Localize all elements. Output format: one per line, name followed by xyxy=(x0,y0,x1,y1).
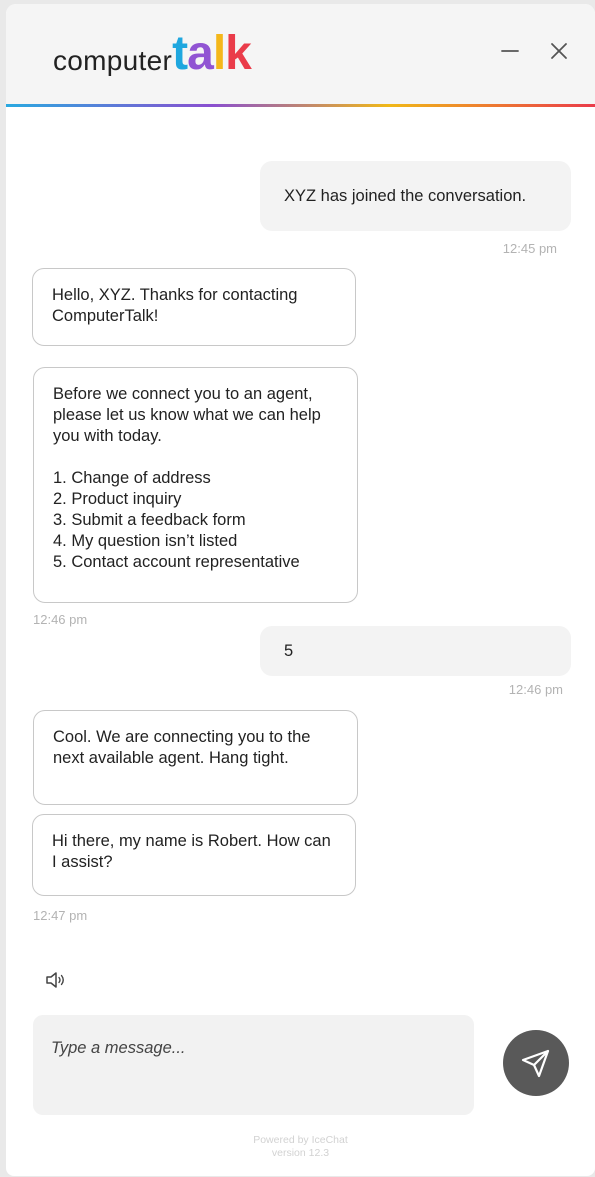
logo-letter-a: a xyxy=(187,27,214,80)
option-item: 4. My question isn’t listed xyxy=(53,532,238,550)
bot-message: Hello, XYZ. Thanks for contacting Comput… xyxy=(32,268,356,346)
chat-window: computer t a l k XYZ has joined the conv… xyxy=(6,4,595,1176)
logo-letter-l: l xyxy=(212,27,226,80)
bot-message-options: Before we connect you to an agent, pleas… xyxy=(33,367,358,603)
message-text: 5 xyxy=(284,641,294,660)
powered-by-text: Powered by IceChat xyxy=(253,1134,348,1146)
option-item: 3. Submit a feedback form xyxy=(53,511,246,529)
message-text: Hi there, my name is Robert. How can I a… xyxy=(52,832,331,871)
user-message: 5 xyxy=(260,626,571,676)
close-icon xyxy=(551,43,567,59)
option-item: 5. Contact account representative xyxy=(53,553,300,571)
powered-by-footer: Powered by IceChat version 12.3 xyxy=(6,1134,595,1160)
message-timestamp: 12:46 pm xyxy=(33,612,88,627)
logo-letter-k: k xyxy=(225,27,252,80)
message-input[interactable] xyxy=(33,1015,474,1115)
computertalk-logo: computer t a l k xyxy=(53,27,252,80)
close-button[interactable] xyxy=(544,36,574,66)
user-message: XYZ has joined the conversation. xyxy=(260,161,571,231)
message-timestamp: 12:45 pm xyxy=(502,241,557,256)
speaker-icon xyxy=(46,972,64,988)
logo-text-bold: t a l k xyxy=(172,27,252,80)
option-item: 2. Product inquiry xyxy=(53,490,182,508)
bot-message: Cool. We are connecting you to the next … xyxy=(33,710,358,805)
message-timestamp: 12:47 pm xyxy=(33,908,88,923)
bot-message: Hi there, my name is Robert. How can I a… xyxy=(32,814,356,896)
option-item: 1. Change of address xyxy=(53,469,211,487)
minimize-button[interactable] xyxy=(495,36,525,66)
logo-letter-t: t xyxy=(172,27,188,80)
chat-header: computer t a l k xyxy=(6,4,595,104)
speaker-button[interactable] xyxy=(44,969,66,991)
message-text: Before we connect you to an agent, pleas… xyxy=(53,385,321,445)
message-timestamp: 12:46 pm xyxy=(508,682,563,697)
version-text: version 12.3 xyxy=(271,1147,330,1159)
message-list[interactable]: XYZ has joined the conversation. 12:45 p… xyxy=(6,107,595,957)
send-button[interactable] xyxy=(503,1030,569,1096)
message-text: XYZ has joined the conversation. xyxy=(284,186,527,205)
paper-plane-icon xyxy=(521,1049,550,1078)
message-text: Cool. We are connecting you to the next … xyxy=(53,728,311,767)
minimize-icon xyxy=(501,50,519,52)
message-text: Hello, XYZ. Thanks for contacting Comput… xyxy=(52,286,298,325)
logo-text-light: computer xyxy=(53,45,173,76)
